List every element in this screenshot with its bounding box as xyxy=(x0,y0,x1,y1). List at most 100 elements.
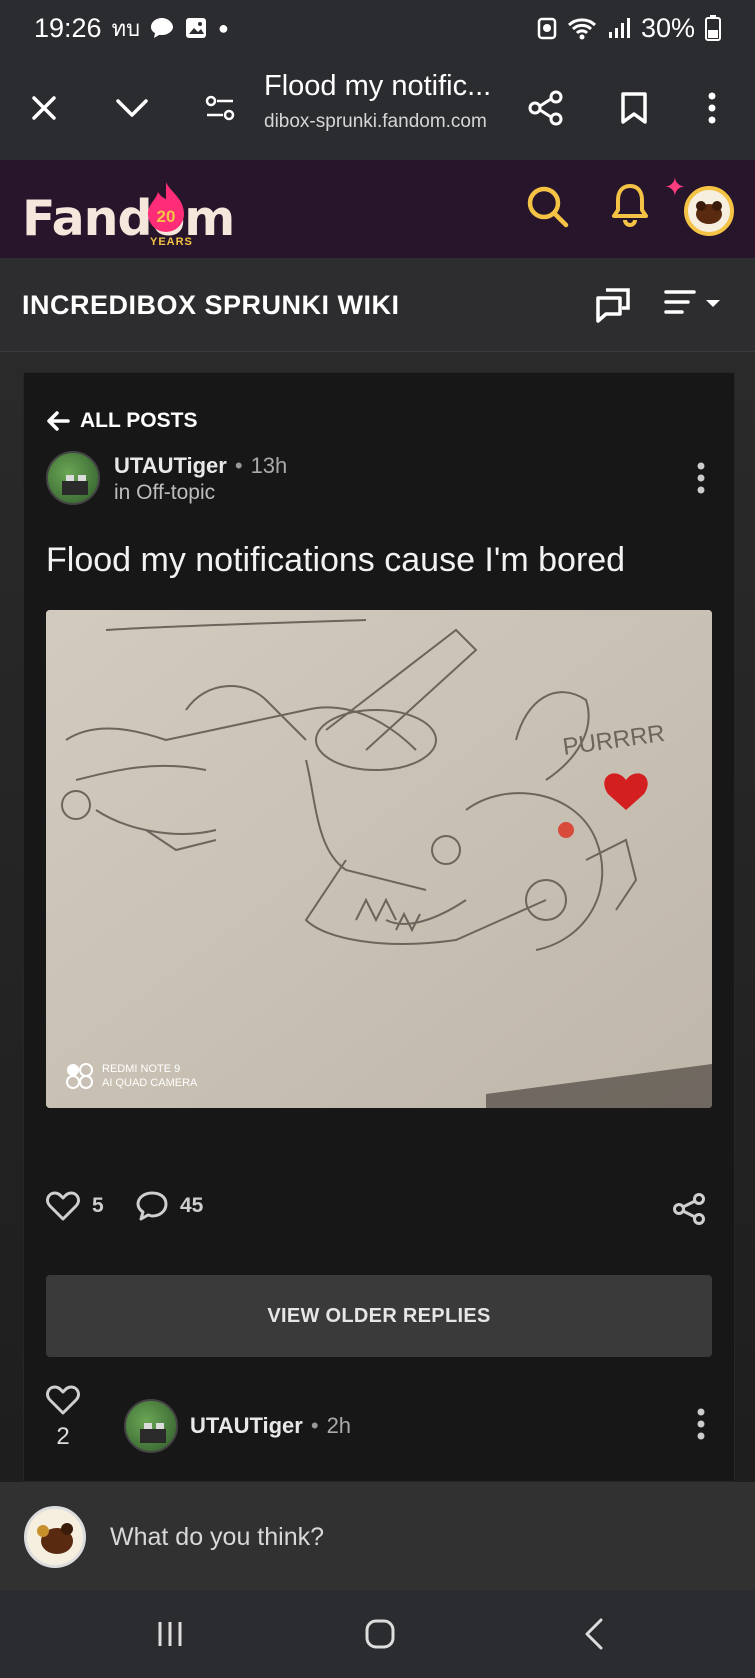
menu-icon xyxy=(664,290,720,314)
post-actions: 5 45 xyxy=(46,1191,706,1231)
sparkle-icon: ✦ xyxy=(664,172,686,202)
post-time: 13h xyxy=(250,453,288,478)
close-tab-button[interactable] xyxy=(18,82,70,134)
post-title: Flood my notifications cause I'm bored xyxy=(46,541,626,579)
post-card: ALL POSTS UTAUTiger • 13h in Off-topic Flo… xyxy=(23,372,735,1482)
more-vert-icon xyxy=(708,92,716,124)
discussions-icon xyxy=(596,288,630,323)
current-user-avatar-icon xyxy=(37,1523,73,1554)
post-category[interactable]: in Off-topic xyxy=(114,481,215,505)
bookmark-icon xyxy=(621,92,647,124)
share-post-button[interactable] xyxy=(672,1193,706,1230)
discussions-button[interactable] xyxy=(594,286,632,329)
reply-like-count: 2 xyxy=(56,1423,70,1450)
author-avatar-icon xyxy=(62,475,88,495)
carrier-label: ทบ xyxy=(111,15,141,41)
search-icon xyxy=(527,186,569,228)
more-vert-icon xyxy=(697,1408,705,1440)
separator-dot: • xyxy=(310,1413,319,1438)
status-time: 19:26 xyxy=(34,12,102,43)
all-posts-link[interactable]: ALL POSTS xyxy=(46,409,197,433)
home-button[interactable] xyxy=(350,1610,410,1658)
camera-feature: AI QUAD CAMERA xyxy=(102,1077,198,1089)
author-line: UTAUTiger • 13h xyxy=(114,453,287,479)
battery-percent: 30% xyxy=(640,12,695,43)
reply-author-avatar[interactable] xyxy=(124,1399,178,1453)
reply-author-line: UTAUTiger • 2h xyxy=(190,1413,351,1439)
url-domain: dibox-sprunki.fandom.com xyxy=(264,111,487,132)
wiki-bar: INCREDIBOX SPRUNKI WIKI xyxy=(0,258,755,352)
like-button[interactable]: 5 xyxy=(46,1191,104,1221)
heart-icon xyxy=(46,1385,80,1415)
wiki-title[interactable]: INCREDIBOX SPRUNKI WIKI xyxy=(22,290,400,321)
fandom-logo[interactable]: Fandom 20 YEARS xyxy=(22,176,242,254)
comment-icon xyxy=(136,1191,168,1221)
current-user-avatar xyxy=(24,1506,86,1568)
like-count: 5 xyxy=(92,1194,104,1217)
all-posts-label: ALL POSTS xyxy=(80,409,198,432)
post-options-button[interactable] xyxy=(696,461,706,500)
gallery-icon xyxy=(186,18,207,38)
page-title: Flood my notific... xyxy=(264,70,492,102)
reply-options-button[interactable] xyxy=(696,1407,706,1446)
fandom-header: Fandom 20 YEARS ✦ xyxy=(0,160,755,258)
reply-author-name[interactable]: UTAUTiger xyxy=(190,1413,303,1438)
comment-bar xyxy=(0,1482,755,1590)
browser-menu-button[interactable] xyxy=(686,82,738,134)
share-icon xyxy=(528,90,563,126)
camera-watermark: REDMI NOTE 9 AI QUAD CAMERA xyxy=(66,1062,197,1090)
chat-icon xyxy=(151,18,174,38)
heart-icon xyxy=(46,1191,80,1221)
reply-row: 2 UTAUTiger • 2h xyxy=(46,1383,706,1459)
camera-watermark-icon xyxy=(66,1063,93,1089)
reply-avatar-icon xyxy=(140,1423,166,1443)
data-saver-icon xyxy=(537,17,557,40)
fandom-logo-text: Fandom xyxy=(22,190,235,247)
user-avatar[interactable] xyxy=(684,186,734,236)
user-avatar-icon xyxy=(696,201,722,224)
anniversary-badge: 20 xyxy=(157,207,176,226)
recent-apps-button[interactable] xyxy=(140,1610,200,1658)
author-name[interactable]: UTAUTiger xyxy=(114,453,227,478)
bookmark-button[interactable] xyxy=(608,82,660,134)
post-author-row: UTAUTiger • 13h in Off-topic xyxy=(46,451,706,507)
wifi-icon xyxy=(567,18,596,40)
separator-dot: • xyxy=(234,453,243,478)
reply-time: 2h xyxy=(326,1413,352,1438)
close-icon xyxy=(32,96,56,120)
signal-icon xyxy=(608,18,630,38)
minimize-button[interactable] xyxy=(106,82,158,134)
camera-model: REDMI NOTE 9 xyxy=(102,1063,181,1075)
url-block[interactable]: Flood my notific... dibox-sprunki.fandom… xyxy=(264,70,514,133)
comment-count: 45 xyxy=(180,1194,204,1217)
notification-dot-icon: ● xyxy=(218,17,229,38)
wiki-menu-button[interactable] xyxy=(664,288,722,323)
author-avatar[interactable] xyxy=(46,451,100,505)
comment-input[interactable] xyxy=(110,1512,710,1562)
view-older-replies-button[interactable]: VIEW OLDER REPLIES xyxy=(46,1275,712,1357)
bell-icon xyxy=(612,184,648,227)
reply-like-button[interactable] xyxy=(46,1385,80,1420)
back-icon xyxy=(585,1618,603,1650)
battery-icon xyxy=(705,15,721,41)
tune-icon xyxy=(205,95,235,121)
share-icon xyxy=(673,1193,705,1225)
site-settings-button[interactable] xyxy=(194,82,246,134)
flame-icon: 20 xyxy=(148,182,184,232)
arrow-left-icon xyxy=(47,411,70,431)
search-button[interactable] xyxy=(525,184,571,235)
recent-apps-icon xyxy=(158,1622,182,1646)
browser-toolbar: Flood my notific... dibox-sprunki.fandom… xyxy=(0,56,755,160)
notifications-button[interactable] xyxy=(610,182,650,235)
comment-button[interactable]: 45 xyxy=(136,1191,203,1221)
system-nav-bar xyxy=(0,1590,755,1678)
status-bar: 19:26 ทบ ● 30% xyxy=(0,0,755,56)
back-button[interactable] xyxy=(564,1610,624,1658)
share-page-button[interactable] xyxy=(520,82,572,134)
years-label: YEARS xyxy=(150,236,193,248)
tiger-drawing: PURRRR xyxy=(46,610,712,1108)
post-image[interactable]: PURRRR REDMI NOTE 9 AI QUAD CAMERA xyxy=(46,610,712,1108)
home-icon xyxy=(365,1619,395,1649)
more-vert-icon xyxy=(697,462,705,494)
chevron-down-icon xyxy=(116,99,148,117)
